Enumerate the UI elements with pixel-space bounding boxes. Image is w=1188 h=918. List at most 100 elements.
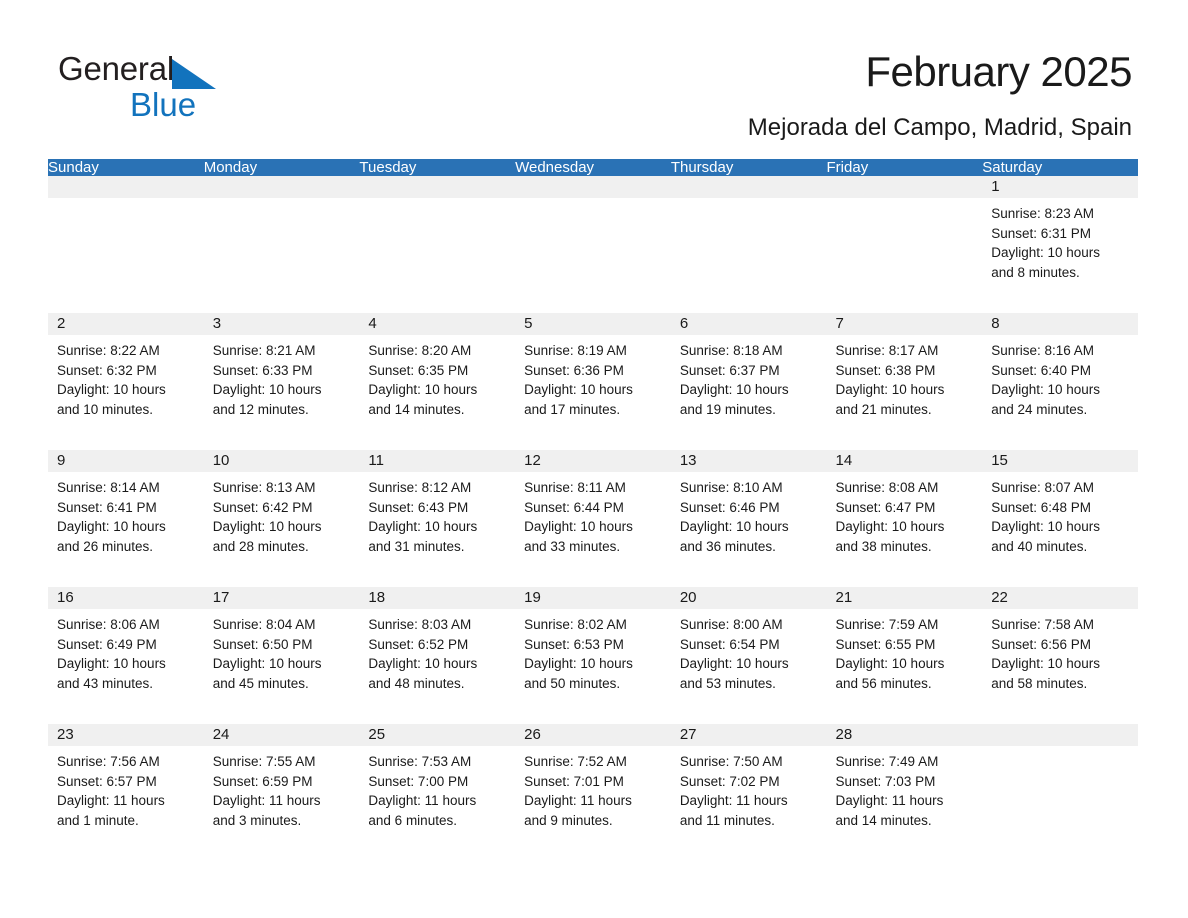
day-cell[interactable]: 6 Sunrise: 8:18 AM Sunset: 6:37 PM Dayli… xyxy=(670,313,827,447)
day-cell[interactable]: 8 Sunrise: 8:16 AM Sunset: 6:40 PM Dayli… xyxy=(982,313,1138,447)
sunrise-text: Sunrise: 8:17 AM xyxy=(835,343,939,358)
day-cell[interactable]: 10 Sunrise: 8:13 AM Sunset: 6:42 PM Dayl… xyxy=(203,450,360,584)
day-details: Sunrise: 8:07 AM Sunset: 6:48 PM Dayligh… xyxy=(982,472,1138,557)
day-details: Sunrise: 8:02 AM Sunset: 6:53 PM Dayligh… xyxy=(515,609,671,694)
day-details xyxy=(827,198,983,204)
day-cell[interactable]: 5 Sunrise: 8:19 AM Sunset: 6:36 PM Dayli… xyxy=(515,313,671,447)
sunrise-text: Sunrise: 8:18 AM xyxy=(679,343,783,358)
weekday-header-sunday: Sunday xyxy=(48,159,204,176)
day-number: 15 xyxy=(982,450,1138,472)
day-cell[interactable]: 20 Sunrise: 8:00 AM Sunset: 6:54 PM Dayl… xyxy=(670,587,827,721)
day-cell[interactable]: 27 Sunrise: 7:50 AM Sunset: 7:02 PM Dayl… xyxy=(670,724,827,858)
day-details xyxy=(982,746,1138,752)
daylight-text-line1: Daylight: 10 hours xyxy=(991,245,1101,261)
day-details: Sunrise: 8:18 AM Sunset: 6:37 PM Dayligh… xyxy=(671,335,827,420)
page-title: February 2025 xyxy=(865,48,1132,95)
day-cell[interactable]: 21 Sunrise: 7:59 AM Sunset: 6:55 PM Dayl… xyxy=(826,587,983,721)
day-cell[interactable]: 11 Sunrise: 8:12 AM Sunset: 6:43 PM Dayl… xyxy=(359,450,516,584)
day-cell[interactable] xyxy=(670,176,827,310)
daylight-text-line2: and 10 minutes. xyxy=(57,402,154,418)
day-details: Sunrise: 8:16 AM Sunset: 6:40 PM Dayligh… xyxy=(982,335,1138,420)
day-details xyxy=(48,198,204,204)
day-cell[interactable]: 13 Sunrise: 8:10 AM Sunset: 6:46 PM Dayl… xyxy=(670,450,827,584)
day-details: Sunrise: 8:08 AM Sunset: 6:47 PM Dayligh… xyxy=(827,472,983,557)
sunrise-text: Sunrise: 7:53 AM xyxy=(368,754,472,769)
day-cell[interactable]: 26 Sunrise: 7:52 AM Sunset: 7:01 PM Dayl… xyxy=(515,724,671,858)
day-cell[interactable] xyxy=(359,176,516,310)
day-details: Sunrise: 8:20 AM Sunset: 6:35 PM Dayligh… xyxy=(359,335,515,420)
daylight-text-line2: and 21 minutes. xyxy=(835,402,932,418)
day-cell[interactable]: 4 Sunrise: 8:20 AM Sunset: 6:35 PM Dayli… xyxy=(359,313,516,447)
sunset-text: Sunset: 6:38 PM xyxy=(835,362,936,378)
calendar-week-row: 2 Sunrise: 8:22 AM Sunset: 6:32 PM Dayli… xyxy=(48,310,1138,447)
sunset-text: Sunset: 6:42 PM xyxy=(212,499,313,515)
sunset-text: Sunset: 6:33 PM xyxy=(212,362,313,378)
day-details: Sunrise: 8:13 AM Sunset: 6:42 PM Dayligh… xyxy=(204,472,360,557)
day-number xyxy=(48,176,204,198)
day-cell[interactable]: 12 Sunrise: 8:11 AM Sunset: 6:44 PM Dayl… xyxy=(515,450,671,584)
day-details: Sunrise: 8:12 AM Sunset: 6:43 PM Dayligh… xyxy=(359,472,515,557)
day-details: Sunrise: 7:49 AM Sunset: 7:03 PM Dayligh… xyxy=(827,746,983,831)
sunrise-text: Sunrise: 8:22 AM xyxy=(57,343,160,358)
day-details: Sunrise: 8:22 AM Sunset: 6:32 PM Dayligh… xyxy=(48,335,204,420)
day-number: 6 xyxy=(670,313,827,335)
sunrise-text: Sunrise: 8:13 AM xyxy=(212,480,316,495)
page-header: General Blue February 2025 Mejorada del … xyxy=(0,0,1188,141)
sunrise-text: Sunrise: 7:58 AM xyxy=(991,617,1095,632)
daylight-text-line2: and 12 minutes. xyxy=(212,402,309,418)
daylight-text-line1: Daylight: 10 hours xyxy=(57,382,166,398)
day-cell[interactable]: 2 Sunrise: 8:22 AM Sunset: 6:32 PM Dayli… xyxy=(48,313,204,447)
weekday-header-thursday: Thursday xyxy=(670,159,827,176)
daylight-text-line2: and 24 minutes. xyxy=(991,402,1088,418)
sunset-text: Sunset: 7:03 PM xyxy=(835,773,936,789)
calendar-week-row: 23 Sunrise: 7:56 AM Sunset: 6:57 PM Dayl… xyxy=(48,721,1138,858)
daylight-text-line1: Daylight: 10 hours xyxy=(524,519,633,535)
generalblue-logo: General Blue xyxy=(58,52,318,124)
sunset-text: Sunset: 6:31 PM xyxy=(991,225,1092,241)
day-cell[interactable]: 25 Sunrise: 7:53 AM Sunset: 7:00 PM Dayl… xyxy=(359,724,516,858)
sunrise-text: Sunrise: 8:06 AM xyxy=(57,617,160,632)
sunset-text: Sunset: 6:32 PM xyxy=(57,362,157,378)
weekday-header-wednesday: Wednesday xyxy=(515,159,671,176)
daylight-text-line1: Daylight: 10 hours xyxy=(835,382,945,398)
day-cell[interactable] xyxy=(982,724,1138,858)
day-cell[interactable]: 24 Sunrise: 7:55 AM Sunset: 6:59 PM Dayl… xyxy=(203,724,360,858)
day-cell[interactable]: 7 Sunrise: 8:17 AM Sunset: 6:38 PM Dayli… xyxy=(826,313,983,447)
day-cell[interactable] xyxy=(48,176,204,310)
weekday-header-monday: Monday xyxy=(203,159,360,176)
day-cell[interactable]: 22 Sunrise: 7:58 AM Sunset: 6:56 PM Dayl… xyxy=(982,587,1138,721)
day-details: Sunrise: 8:03 AM Sunset: 6:52 PM Dayligh… xyxy=(359,609,515,694)
day-cell[interactable]: 1 Sunrise: 8:23 AM Sunset: 6:31 PM Dayli… xyxy=(982,176,1138,310)
daylight-text-line2: and 1 minute. xyxy=(57,813,139,829)
day-cell[interactable]: 9 Sunrise: 8:14 AM Sunset: 6:41 PM Dayli… xyxy=(48,450,204,584)
day-details: Sunrise: 8:21 AM Sunset: 6:33 PM Dayligh… xyxy=(204,335,360,420)
day-details: Sunrise: 8:19 AM Sunset: 6:36 PM Dayligh… xyxy=(515,335,671,420)
day-cell[interactable] xyxy=(515,176,671,310)
day-number: 28 xyxy=(826,724,983,746)
sunrise-text: Sunrise: 7:49 AM xyxy=(835,754,939,769)
day-cell[interactable] xyxy=(203,176,360,310)
day-cell[interactable]: 23 Sunrise: 7:56 AM Sunset: 6:57 PM Dayl… xyxy=(48,724,204,858)
day-cell[interactable]: 17 Sunrise: 8:04 AM Sunset: 6:50 PM Dayl… xyxy=(203,587,360,721)
sunset-text: Sunset: 6:37 PM xyxy=(679,362,780,378)
day-cell[interactable]: 16 Sunrise: 8:06 AM Sunset: 6:49 PM Dayl… xyxy=(48,587,204,721)
sunrise-text: Sunrise: 7:55 AM xyxy=(212,754,316,769)
daylight-text-line2: and 38 minutes. xyxy=(835,539,932,555)
day-details xyxy=(359,198,515,204)
day-cell[interactable] xyxy=(826,176,983,310)
day-cell[interactable]: 15 Sunrise: 8:07 AM Sunset: 6:48 PM Dayl… xyxy=(982,450,1138,584)
sunset-text: Sunset: 6:40 PM xyxy=(991,362,1092,378)
day-details: Sunrise: 8:14 AM Sunset: 6:41 PM Dayligh… xyxy=(48,472,204,557)
day-cell[interactable]: 19 Sunrise: 8:02 AM Sunset: 6:53 PM Dayl… xyxy=(515,587,671,721)
sunset-text: Sunset: 6:43 PM xyxy=(368,499,469,515)
daylight-text-line1: Daylight: 11 hours xyxy=(835,793,944,809)
day-cell[interactable]: 18 Sunrise: 8:03 AM Sunset: 6:52 PM Dayl… xyxy=(359,587,516,721)
day-number: 4 xyxy=(359,313,516,335)
sunset-text: Sunset: 6:57 PM xyxy=(57,773,157,789)
day-cell[interactable]: 14 Sunrise: 8:08 AM Sunset: 6:47 PM Dayl… xyxy=(826,450,983,584)
day-cell[interactable]: 3 Sunrise: 8:21 AM Sunset: 6:33 PM Dayli… xyxy=(203,313,360,447)
sunset-text: Sunset: 6:53 PM xyxy=(524,636,624,652)
day-number: 13 xyxy=(670,450,827,472)
day-cell[interactable]: 28 Sunrise: 7:49 AM Sunset: 7:03 PM Dayl… xyxy=(826,724,983,858)
daylight-text-line2: and 17 minutes. xyxy=(524,402,621,418)
